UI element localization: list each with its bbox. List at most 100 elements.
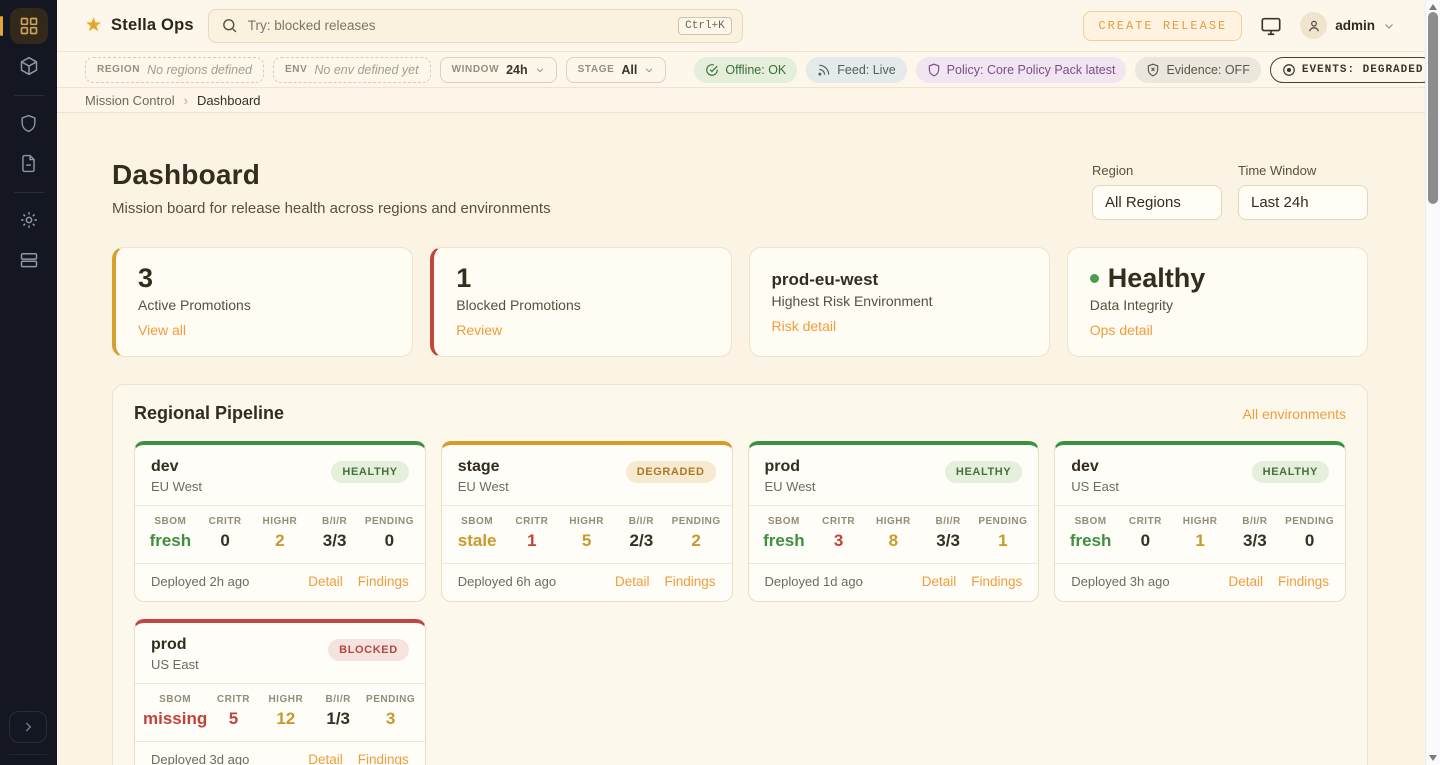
scrollbar-up-arrow[interactable] xyxy=(1429,4,1437,10)
findings-link[interactable]: Findings xyxy=(1278,574,1329,589)
view-all-link[interactable]: View all xyxy=(138,322,186,338)
critr-value: 1 xyxy=(505,531,560,551)
col-critr: CRITR xyxy=(505,516,560,527)
sbom-value: stale xyxy=(450,531,505,551)
col-highr: HIGHR xyxy=(260,694,312,705)
col-sbom: SBOM xyxy=(1063,516,1118,527)
pending-value: 2 xyxy=(669,531,724,551)
sidebar-item-dashboard[interactable] xyxy=(10,8,48,44)
detail-link[interactable]: Detail xyxy=(922,574,957,589)
breadcrumb: Mission Control › Dashboard xyxy=(57,88,1425,113)
env-name: prod xyxy=(765,458,816,476)
stage-filter-value: All xyxy=(621,63,637,77)
sidebar-divider xyxy=(14,95,44,96)
detail-link[interactable]: Detail xyxy=(615,574,650,589)
time-window-select[interactable]: Last 24h xyxy=(1238,185,1368,220)
env-filter-chip[interactable]: ENV No env defined yet xyxy=(273,57,431,83)
col-bir: B/I/R xyxy=(307,516,362,527)
stat-card-active-promotions: 3 Active Promotions View all xyxy=(112,247,413,357)
critr-value: 5 xyxy=(207,709,259,729)
window-filter-chip[interactable]: WINDOW 24h xyxy=(440,57,557,83)
sidebar-item-security[interactable] xyxy=(10,105,48,141)
evidence-status-pill[interactable]: Evidence: OFF xyxy=(1135,57,1260,83)
events-status-label: EVENTS: DEGRADED xyxy=(1302,64,1424,76)
stat-value: 3 xyxy=(138,263,390,294)
region-select-value: All Regions xyxy=(1105,194,1181,211)
chevron-down-icon xyxy=(535,65,545,75)
document-icon xyxy=(19,154,38,173)
detail-link[interactable]: Detail xyxy=(308,752,343,765)
global-search[interactable]: Ctrl+K xyxy=(208,9,743,43)
all-environments-link[interactable]: All environments xyxy=(1243,406,1347,422)
stage-filter-chip[interactable]: STAGE All xyxy=(566,57,667,83)
gear-icon xyxy=(19,210,39,230)
evidence-status-label: Evidence: OFF xyxy=(1166,63,1249,77)
sbom-value: fresh xyxy=(1063,531,1118,551)
sidebar-item-settings[interactable] xyxy=(10,202,48,238)
sidebar-item-documents[interactable] xyxy=(10,145,48,181)
display-mode-button[interactable] xyxy=(1260,15,1282,37)
review-link[interactable]: Review xyxy=(456,322,502,338)
risk-detail-link[interactable]: Risk detail xyxy=(772,318,837,334)
app-root: ★ Stella Ops Ctrl+K CREATE RELEASE admin xyxy=(0,0,1440,765)
sidebar-item-releases[interactable] xyxy=(10,48,48,84)
stat-label: Blocked Promotions xyxy=(456,297,708,313)
env-name: stage xyxy=(458,458,509,476)
env-region: EU West xyxy=(151,479,202,494)
app-logo[interactable]: ★ Stella Ops xyxy=(85,14,194,37)
critr-value: 0 xyxy=(198,531,253,551)
stat-value: prod-eu-west xyxy=(772,263,1027,290)
sidebar-divider xyxy=(14,192,44,193)
offline-status-pill[interactable]: Offline: OK xyxy=(694,57,797,83)
detail-link[interactable]: Detail xyxy=(1228,574,1263,589)
critr-value: 0 xyxy=(1118,531,1173,551)
create-release-button[interactable]: CREATE RELEASE xyxy=(1083,11,1242,41)
offline-status-label: Offline: OK xyxy=(725,63,786,77)
sidebar-expand-button[interactable] xyxy=(9,711,47,743)
env-filter-value: No env defined yet xyxy=(314,63,418,77)
ops-detail-link[interactable]: Ops detail xyxy=(1090,322,1153,338)
deployed-text: Deployed 2h ago xyxy=(151,574,249,589)
env-filter-label: ENV xyxy=(285,64,307,75)
deployed-text: Deployed 6h ago xyxy=(458,574,556,589)
stat-label: Highest Risk Environment xyxy=(772,293,1027,309)
package-icon xyxy=(19,56,39,76)
deployed-text: Deployed 3h ago xyxy=(1071,574,1169,589)
deployed-text: Deployed 3d ago xyxy=(151,752,249,765)
findings-link[interactable]: Findings xyxy=(664,574,715,589)
sidebar-item-infrastructure[interactable] xyxy=(10,242,48,278)
sbom-value: missing xyxy=(143,709,207,729)
pending-value: 0 xyxy=(362,531,417,551)
col-pending: PENDING xyxy=(364,694,416,705)
sidebar xyxy=(0,0,57,765)
col-sbom: SBOM xyxy=(450,516,505,527)
findings-link[interactable]: Findings xyxy=(358,752,409,765)
region-select[interactable]: All Regions xyxy=(1092,185,1222,220)
topbar: ★ Stella Ops Ctrl+K CREATE RELEASE admin xyxy=(57,0,1425,52)
context-bar: REGION No regions defined ENV No env def… xyxy=(57,52,1425,88)
deployed-text: Deployed 1d ago xyxy=(765,574,863,589)
region-select-label: Region xyxy=(1092,163,1222,178)
scrollbar-thumb[interactable] xyxy=(1428,12,1438,204)
region-filter-chip[interactable]: REGION No regions defined xyxy=(85,57,264,83)
col-pending: PENDING xyxy=(362,516,417,527)
region-filter-label: REGION xyxy=(97,64,140,75)
status-badge: HEALTHY xyxy=(945,461,1022,483)
findings-link[interactable]: Findings xyxy=(358,574,409,589)
policy-status-pill[interactable]: Policy: Core Policy Pack latest xyxy=(916,57,1127,83)
user-menu[interactable]: admin xyxy=(1300,12,1395,39)
keyboard-shortcut-badge: Ctrl+K xyxy=(678,17,732,35)
feed-status-pill[interactable]: Feed: Live xyxy=(806,57,906,83)
scrollbar[interactable] xyxy=(1425,0,1440,765)
scrollbar-down-arrow[interactable] xyxy=(1429,755,1437,761)
pipeline-card-stage-eu-west: stage EU West DEGRADED SBOMstale CRITR1 … xyxy=(441,441,733,602)
highr-value: 5 xyxy=(559,531,614,551)
breadcrumb-parent[interactable]: Mission Control xyxy=(85,93,175,108)
col-pending: PENDING xyxy=(976,516,1031,527)
col-sbom: SBOM xyxy=(757,516,812,527)
bir-value: 3/3 xyxy=(307,531,362,551)
detail-link[interactable]: Detail xyxy=(308,574,343,589)
events-status-pill[interactable]: EVENTS: DEGRADED xyxy=(1270,57,1436,83)
findings-link[interactable]: Findings xyxy=(971,574,1022,589)
search-input[interactable] xyxy=(248,18,668,33)
